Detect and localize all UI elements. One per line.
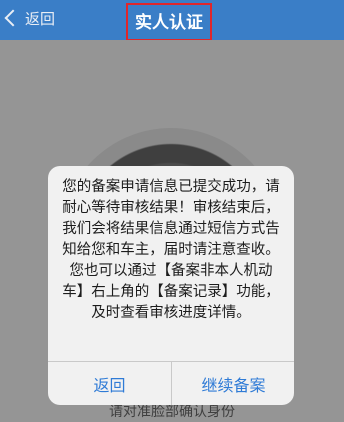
continue-filing-button[interactable]: 继续备案 [172, 362, 294, 405]
nav-bar: 返回 实人认证 [0, 0, 344, 41]
page-title-highlight: 实人认证 [126, 3, 212, 41]
back-label: 返回 [25, 9, 56, 28]
back-button[interactable]: 返回 [3, 6, 55, 30]
dialog-back-button[interactable]: 返回 [48, 362, 171, 405]
alert-message: 您的备案申请信息已提交成功，请耐心等待审核结果！审核结束后，我们会将结果信息通过… [62, 179, 280, 321]
page-title: 实人认证 [135, 13, 203, 33]
alert-dialog: 您的备案申请信息已提交成功，请耐心等待审核结果！审核结束后，我们会将结果信息通过… [48, 166, 294, 405]
chevron-left-icon [4, 9, 22, 27]
